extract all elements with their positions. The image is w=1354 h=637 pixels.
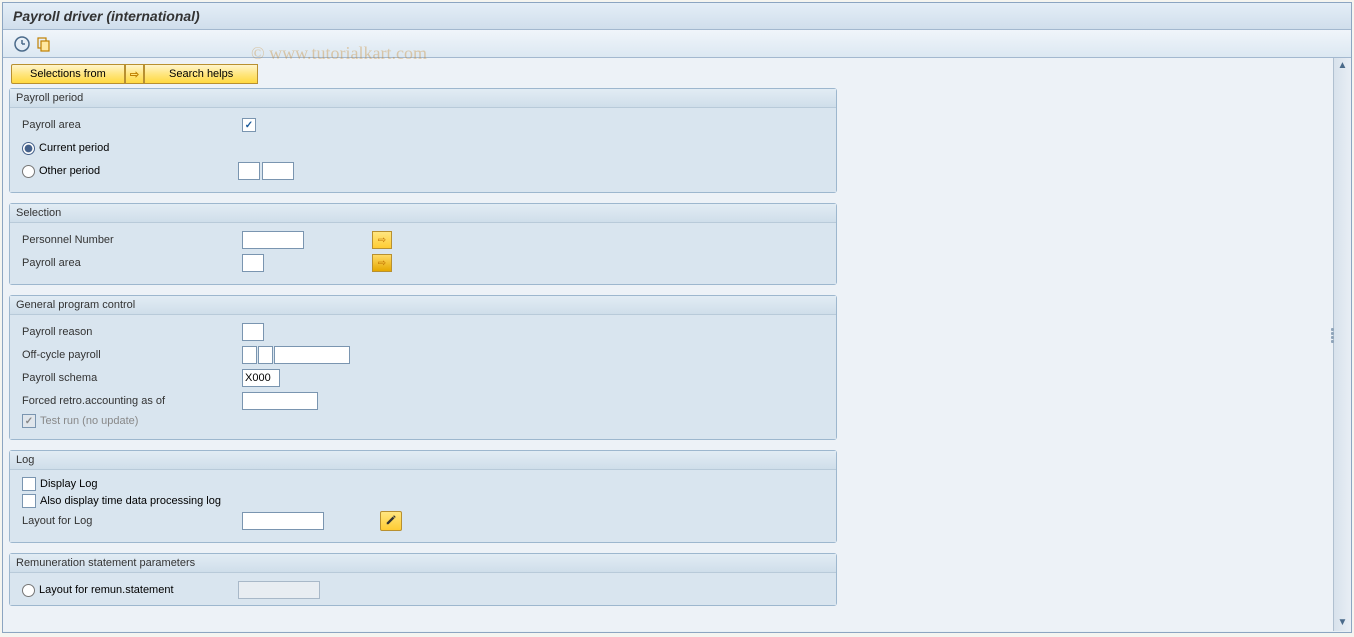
button-label: Search helps: [169, 68, 233, 80]
forced-retro-input[interactable]: [242, 392, 318, 410]
pencil-icon: [385, 514, 397, 529]
remun-layout-label: Layout for remun.statement: [39, 584, 174, 596]
scroll-track[interactable]: [1338, 74, 1348, 615]
off-cycle-label: Off-cycle payroll: [18, 349, 242, 361]
payroll-area-multi-button[interactable]: ⇨: [372, 254, 392, 272]
test-run-checkbox: [22, 414, 36, 428]
payroll-area-input[interactable]: [242, 254, 264, 272]
other-period-radio[interactable]: [22, 165, 35, 178]
selection-section: Selection Personnel Number ⇨ Payroll are…: [9, 203, 837, 285]
personnel-number-input[interactable]: [242, 231, 304, 249]
payroll-area-label: Payroll area: [18, 119, 242, 131]
sap-window: Payroll driver (international) © www.tut…: [2, 2, 1352, 633]
payroll-area-checkbox[interactable]: [242, 118, 256, 132]
button-label: Selections from: [30, 68, 106, 80]
also-time-checkbox[interactable]: [22, 494, 36, 508]
variant-icon[interactable]: [35, 35, 53, 53]
action-buttons: Selections from ⇨ Search helps: [9, 64, 1333, 84]
schema-label: Payroll schema: [18, 372, 242, 384]
remun-layout-radio[interactable]: [22, 584, 35, 597]
personnel-number-label: Personnel Number: [18, 234, 242, 246]
remun-layout-input[interactable]: [238, 581, 320, 599]
arrow-right-icon: ⇨: [378, 235, 386, 246]
layout-log-label: Layout for Log: [18, 515, 242, 527]
selections-from-button[interactable]: Selections from: [11, 64, 125, 84]
other-period-label: Other period: [39, 165, 100, 177]
off-cycle-input-1[interactable]: [242, 346, 257, 364]
section-title: Payroll period: [10, 89, 836, 108]
general-control-section: General program control Payroll reason O…: [9, 295, 837, 440]
log-section: Log Display Log Also display time data p…: [9, 450, 837, 543]
section-title: Selection: [10, 204, 836, 223]
scroll-down-icon[interactable]: ▼: [1337, 617, 1349, 629]
layout-log-input[interactable]: [242, 512, 324, 530]
remun-section: Remuneration statement parameters Layout…: [9, 553, 837, 606]
other-period-input-1[interactable]: [238, 162, 260, 180]
section-title: Log: [10, 451, 836, 470]
personnel-number-multi-button[interactable]: ⇨: [372, 231, 392, 249]
test-run-label: Test run (no update): [40, 415, 138, 427]
separator-arrow[interactable]: ⇨: [125, 64, 144, 84]
section-title: Remuneration statement parameters: [10, 554, 836, 573]
also-time-label: Also display time data processing log: [40, 495, 221, 507]
payroll-period-section: Payroll period Payroll area Current peri…: [9, 88, 837, 193]
off-cycle-input-2[interactable]: [258, 346, 273, 364]
off-cycle-input-3[interactable]: [274, 346, 350, 364]
window-title: Payroll driver (international): [3, 3, 1351, 30]
layout-edit-button[interactable]: [380, 511, 402, 531]
schema-input[interactable]: [242, 369, 280, 387]
forced-retro-label: Forced retro.accounting as of: [18, 395, 242, 407]
scroll-up-icon[interactable]: ▲: [1337, 60, 1349, 72]
arrow-right-icon: ⇨: [378, 258, 386, 269]
resize-handle: [1331, 328, 1337, 344]
current-period-label: Current period: [39, 142, 109, 154]
payroll-reason-label: Payroll reason: [18, 326, 242, 338]
arrow-right-icon: ⇨: [130, 68, 139, 81]
display-log-checkbox[interactable]: [22, 477, 36, 491]
payroll-reason-input[interactable]: [242, 323, 264, 341]
toolbar: [3, 30, 1351, 58]
payroll-area-label-2: Payroll area: [18, 257, 242, 269]
content-area: Selections from ⇨ Search helps Payroll p…: [3, 58, 1351, 631]
display-log-label: Display Log: [40, 478, 97, 490]
vertical-scrollbar[interactable]: ▲ ▼: [1333, 58, 1351, 631]
search-helps-button[interactable]: Search helps: [144, 64, 258, 84]
other-period-input-2[interactable]: [262, 162, 294, 180]
section-title: General program control: [10, 296, 836, 315]
execute-icon[interactable]: [13, 35, 31, 53]
main-panel: Selections from ⇨ Search helps Payroll p…: [3, 58, 1333, 631]
current-period-radio[interactable]: [22, 142, 35, 155]
